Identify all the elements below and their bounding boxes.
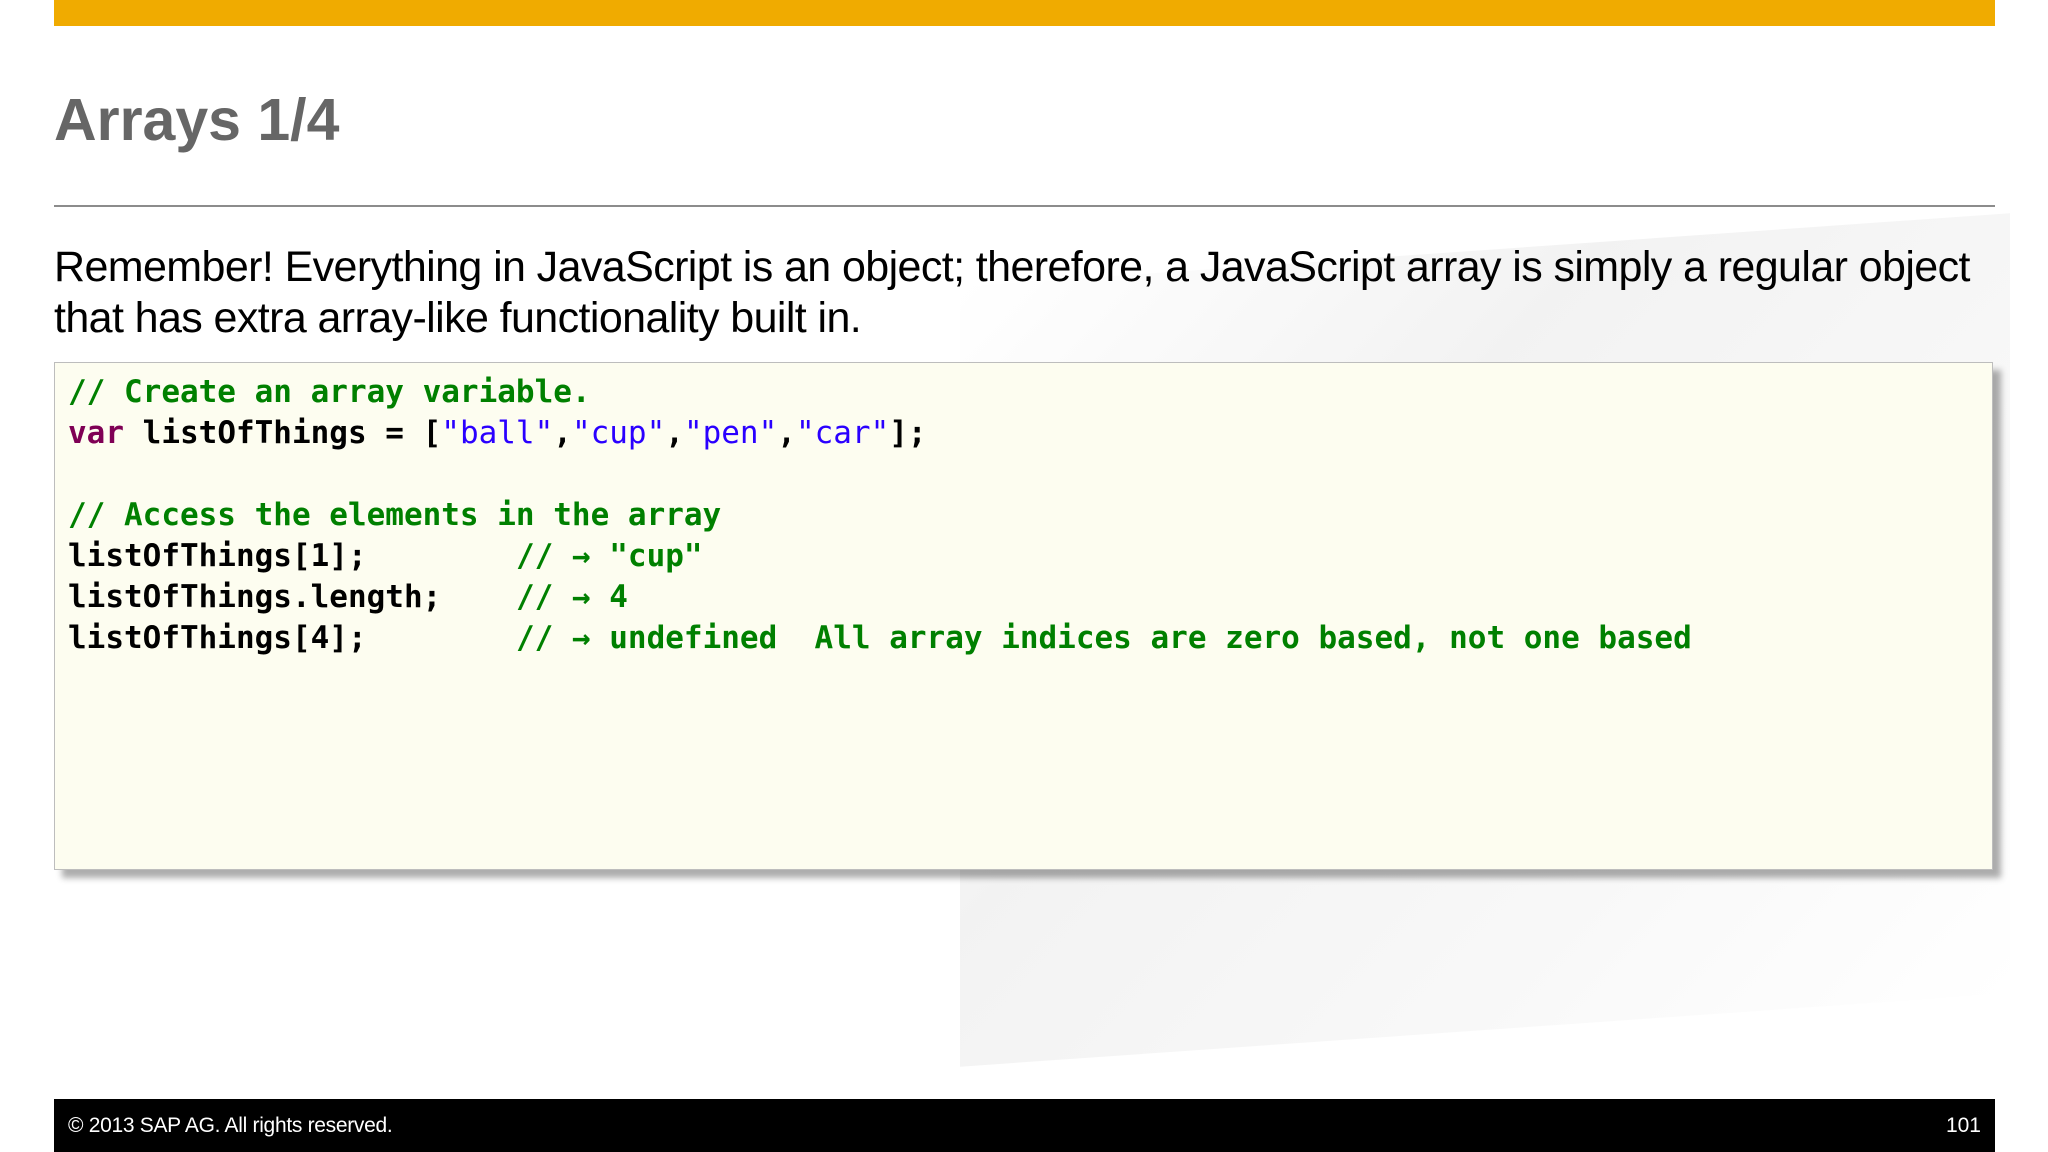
footer-bar: © 2013 SAP AG. All rights reserved. 101 (54, 1099, 1995, 1152)
code-comment: // Access the elements in the array (68, 497, 722, 533)
code-string: "car" (795, 415, 890, 451)
slide-title: Arrays 1/4 (54, 87, 340, 153)
code-string: "cup" (571, 415, 666, 451)
code-line: // Access the elements in the array (68, 495, 1992, 536)
code-string: "ball" (441, 415, 554, 451)
page-number: 101 (1945, 1114, 1981, 1137)
intro-paragraph: Remember! Everything in JavaScript is an… (54, 243, 1970, 342)
code-block: // Create an array variable. var listOfT… (54, 362, 1993, 870)
title-divider (54, 205, 1995, 207)
code-line: listOfThings.length; // → 4 (68, 577, 1992, 618)
code-keyword: var (68, 415, 124, 451)
code-line: listOfThings[4]; // → undefined All arra… (68, 618, 1992, 659)
code-line: listOfThings[1]; // → "cup" (68, 536, 1992, 577)
code-comment: // → "cup" (515, 538, 703, 574)
code-text: , (777, 415, 796, 451)
code-comment: // → undefined All array indices are zer… (515, 620, 1692, 656)
code-string: "pen" (683, 415, 778, 451)
code-comment: // → 4 (515, 579, 628, 615)
copyright-text: © 2013 SAP AG. All rights reserved. (68, 1114, 393, 1137)
code-text: , (553, 415, 572, 451)
code-text: listOfThings = [ (124, 415, 442, 451)
code-text: listOfThings.length; (68, 579, 516, 615)
code-text: listOfThings[4]; (68, 620, 516, 656)
code-text: , (665, 415, 684, 451)
top-accent-bar (54, 0, 1995, 26)
code-line: // Create an array variable. (68, 372, 1992, 413)
code-text: ]; (889, 415, 927, 451)
code-comment: // Create an array variable. (68, 374, 591, 410)
code-line: var listOfThings = ["ball","cup","pen","… (68, 413, 1992, 454)
code-text: listOfThings[1]; (68, 538, 516, 574)
